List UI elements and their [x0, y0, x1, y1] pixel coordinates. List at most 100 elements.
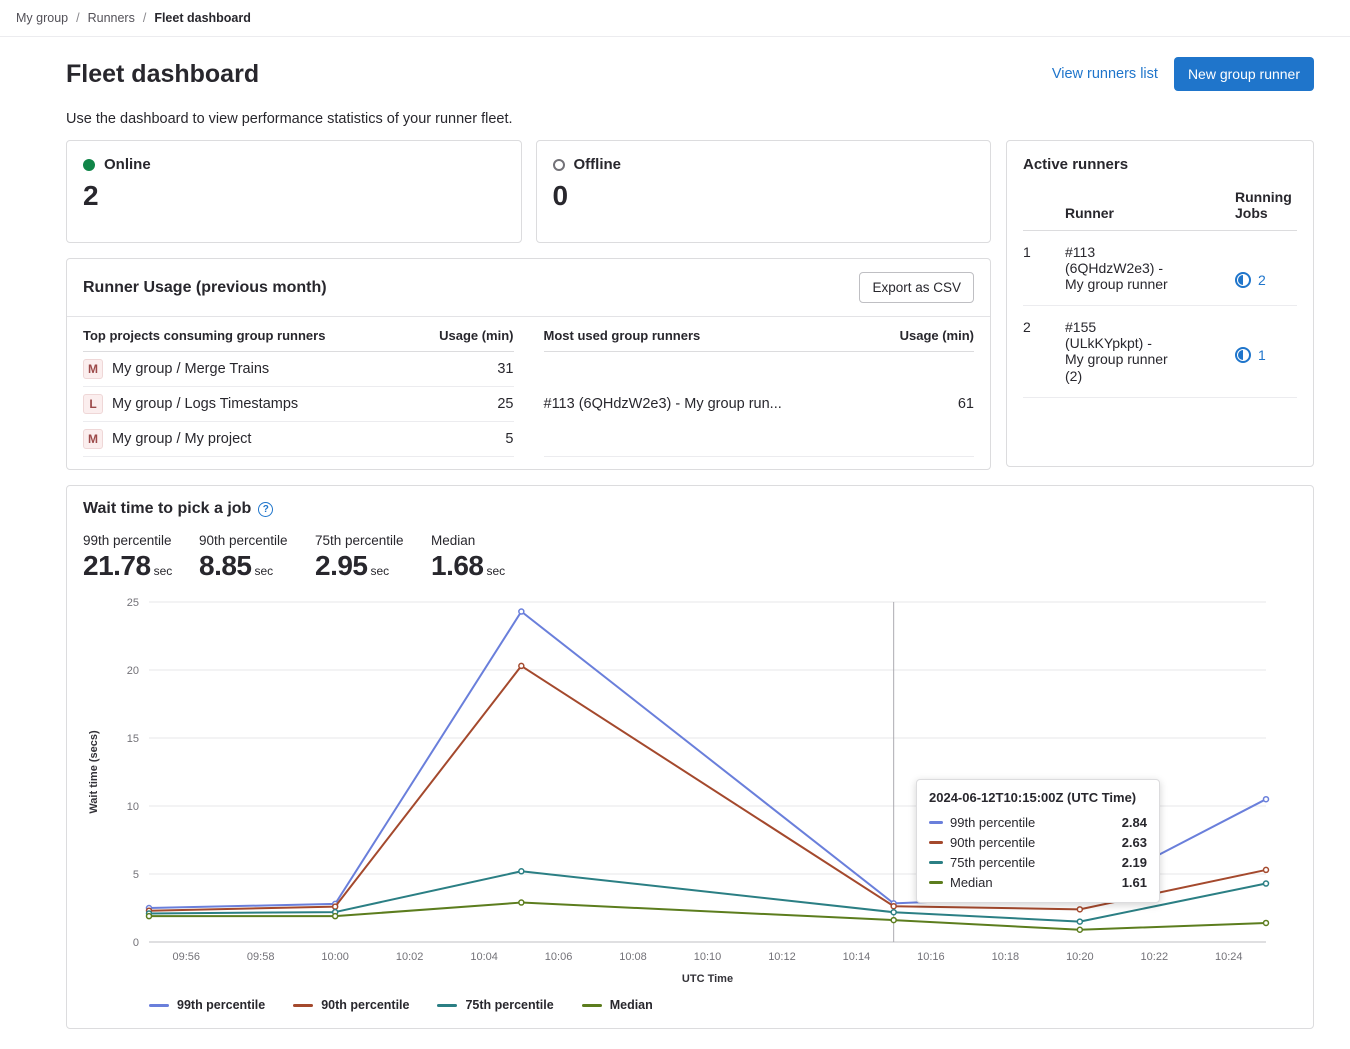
stat-unit: sec	[255, 564, 274, 578]
online-runners-card: Online 2	[66, 140, 522, 243]
running-jobs-count: 2	[1258, 272, 1266, 288]
stat-label: 75th percentile	[315, 533, 431, 548]
svg-text:10:10: 10:10	[694, 951, 722, 963]
tooltip-value: 2.63	[1122, 835, 1147, 850]
svg-text:10:20: 10:20	[1066, 951, 1094, 963]
running-jobs-count: 1	[1258, 347, 1266, 363]
breadcrumb-separator: /	[76, 11, 79, 25]
stat-unit: sec	[487, 564, 506, 578]
tooltip-value: 1.61	[1122, 875, 1147, 890]
most-used-runners-table: Most used group runners Usage (min) #113…	[544, 317, 975, 457]
page-title: Fleet dashboard	[66, 60, 259, 89]
tooltip-value: 2.84	[1122, 815, 1147, 830]
svg-text:10:24: 10:24	[1215, 951, 1243, 963]
running-status-icon	[1235, 347, 1251, 363]
legend-label: 90th percentile	[321, 998, 409, 1012]
svg-text:Wait time (secs): Wait time (secs)	[88, 730, 100, 814]
svg-text:10:04: 10:04	[470, 951, 498, 963]
svg-text:10:00: 10:00	[321, 951, 349, 963]
tooltip-row: Median 1.61	[929, 872, 1147, 892]
legend-item-90th-percentile[interactable]: 90th percentile	[293, 998, 409, 1012]
tooltip-label: 90th percentile	[950, 835, 1035, 850]
legend-label: Median	[610, 998, 653, 1012]
tooltip-title: 2024-06-12T10:15:00Z (UTC Time)	[929, 790, 1147, 805]
tooltip-label: 99th percentile	[950, 815, 1035, 830]
stat-label: Median	[431, 533, 547, 548]
chart-legend: 99th percentile 90th percentile 75th per…	[149, 998, 1297, 1012]
online-status-dot-icon	[83, 159, 95, 171]
project-avatar: M	[83, 429, 103, 449]
usage-min-column-header: Usage (min)	[434, 317, 514, 352]
wait-time-stats: 99th percentile 21.78sec 90th percentile…	[83, 533, 1297, 582]
runner-name: #113 (6QHdzW2e3) - My group run...	[544, 352, 895, 457]
stat-label: 99th percentile	[83, 533, 199, 548]
breadcrumb: My group / Runners / Fleet dashboard	[0, 0, 1350, 37]
legend-label: 75th percentile	[465, 998, 553, 1012]
wait-time-chart[interactable]: 051015202509:5609:5810:0010:0210:0410:06…	[83, 594, 1297, 994]
tooltip-label: 75th percentile	[950, 855, 1035, 870]
runner-usage-value: 61	[894, 352, 974, 457]
svg-text:15: 15	[127, 733, 139, 745]
running-jobs-cell: 1	[1235, 347, 1297, 363]
series-swatch-icon	[149, 1004, 169, 1007]
runner-name: #155 (ULkKYpkpt) - My group runner (2)	[1065, 319, 1171, 383]
tooltip-label: Median	[950, 875, 993, 890]
wait-time-header: Wait time to pick a job ?	[83, 500, 1297, 518]
stat-value: 2.95	[315, 550, 368, 581]
new-group-runner-button[interactable]: New group runner	[1174, 57, 1314, 91]
page-description: Use the dashboard to view performance st…	[66, 111, 1314, 127]
export-csv-button[interactable]: Export as CSV	[859, 272, 974, 303]
stat-median: Median 1.68sec	[431, 533, 547, 582]
running-jobs-cell: 2	[1235, 272, 1297, 288]
legend-label: 99th percentile	[177, 998, 265, 1012]
series-swatch-icon	[582, 1004, 602, 1007]
running-jobs-column-header: Running Jobs	[1235, 179, 1297, 231]
stat-label: 90th percentile	[199, 533, 315, 548]
header-actions: View runners list New group runner	[1052, 57, 1314, 91]
tooltip-row: 99th percentile 2.84	[929, 812, 1147, 832]
stat-90th-percentile: 90th percentile 8.85sec	[199, 533, 315, 582]
project-usage: 5	[434, 422, 514, 457]
runner-usage-header: Runner Usage (previous month) Export as …	[67, 259, 990, 316]
svg-text:09:58: 09:58	[247, 951, 275, 963]
status-cards-row: Online 2 Offline 0	[66, 140, 991, 243]
active-runners-card: Active runners Runner Running Jobs 1 #11…	[1006, 140, 1314, 467]
svg-text:5: 5	[133, 869, 139, 881]
main-content: Fleet dashboard View runners list New gr…	[0, 57, 1350, 1029]
usage-tables: Top projects consuming group runners Usa…	[67, 317, 990, 469]
dashboard-grid: Online 2 Offline 0 Runner Usage (previou…	[66, 140, 1314, 470]
svg-text:10:16: 10:16	[917, 951, 945, 963]
stat-unit: sec	[371, 564, 390, 578]
svg-text:10:08: 10:08	[619, 951, 647, 963]
tooltip-row: 75th percentile 2.19	[929, 852, 1147, 872]
stat-75th-percentile: 75th percentile 2.95sec	[315, 533, 431, 582]
legend-item-99th-percentile[interactable]: 99th percentile	[149, 998, 265, 1012]
legend-item-median[interactable]: Median	[582, 998, 653, 1012]
project-avatar: L	[83, 394, 103, 414]
series-swatch-icon	[293, 1004, 313, 1007]
series-swatch-icon	[929, 821, 943, 824]
project-name: My group / Logs Timestamps	[112, 396, 298, 412]
svg-text:UTC Time: UTC Time	[682, 973, 733, 985]
page-header: Fleet dashboard View runners list New gr…	[66, 57, 1314, 91]
svg-text:10:18: 10:18	[992, 951, 1020, 963]
breadcrumb-runners[interactable]: Runners	[88, 11, 135, 25]
help-icon[interactable]: ?	[258, 502, 273, 517]
wait-time-card: Wait time to pick a job ? 99th percentil…	[66, 485, 1314, 1029]
svg-text:25: 25	[127, 597, 139, 609]
svg-text:10:12: 10:12	[768, 951, 796, 963]
svg-text:10: 10	[127, 801, 139, 813]
usage-min-column-header: Usage (min)	[894, 317, 974, 352]
offline-label: Offline	[574, 156, 622, 173]
runner-rank: 1	[1023, 231, 1065, 306]
series-swatch-icon	[929, 881, 943, 884]
offline-status-dot-icon	[553, 159, 565, 171]
offline-card-header: Offline	[553, 156, 975, 173]
breadcrumb-my-group[interactable]: My group	[16, 11, 68, 25]
legend-item-75th-percentile[interactable]: 75th percentile	[437, 998, 553, 1012]
wait-time-title: Wait time to pick a job	[83, 500, 251, 518]
stat-value: 1.68	[431, 550, 484, 581]
table-row: 2 #155 (ULkKYpkpt) - My group runner (2)…	[1023, 306, 1297, 397]
view-runners-list-link[interactable]: View runners list	[1052, 66, 1158, 82]
offline-runners-card: Offline 0	[536, 140, 992, 243]
